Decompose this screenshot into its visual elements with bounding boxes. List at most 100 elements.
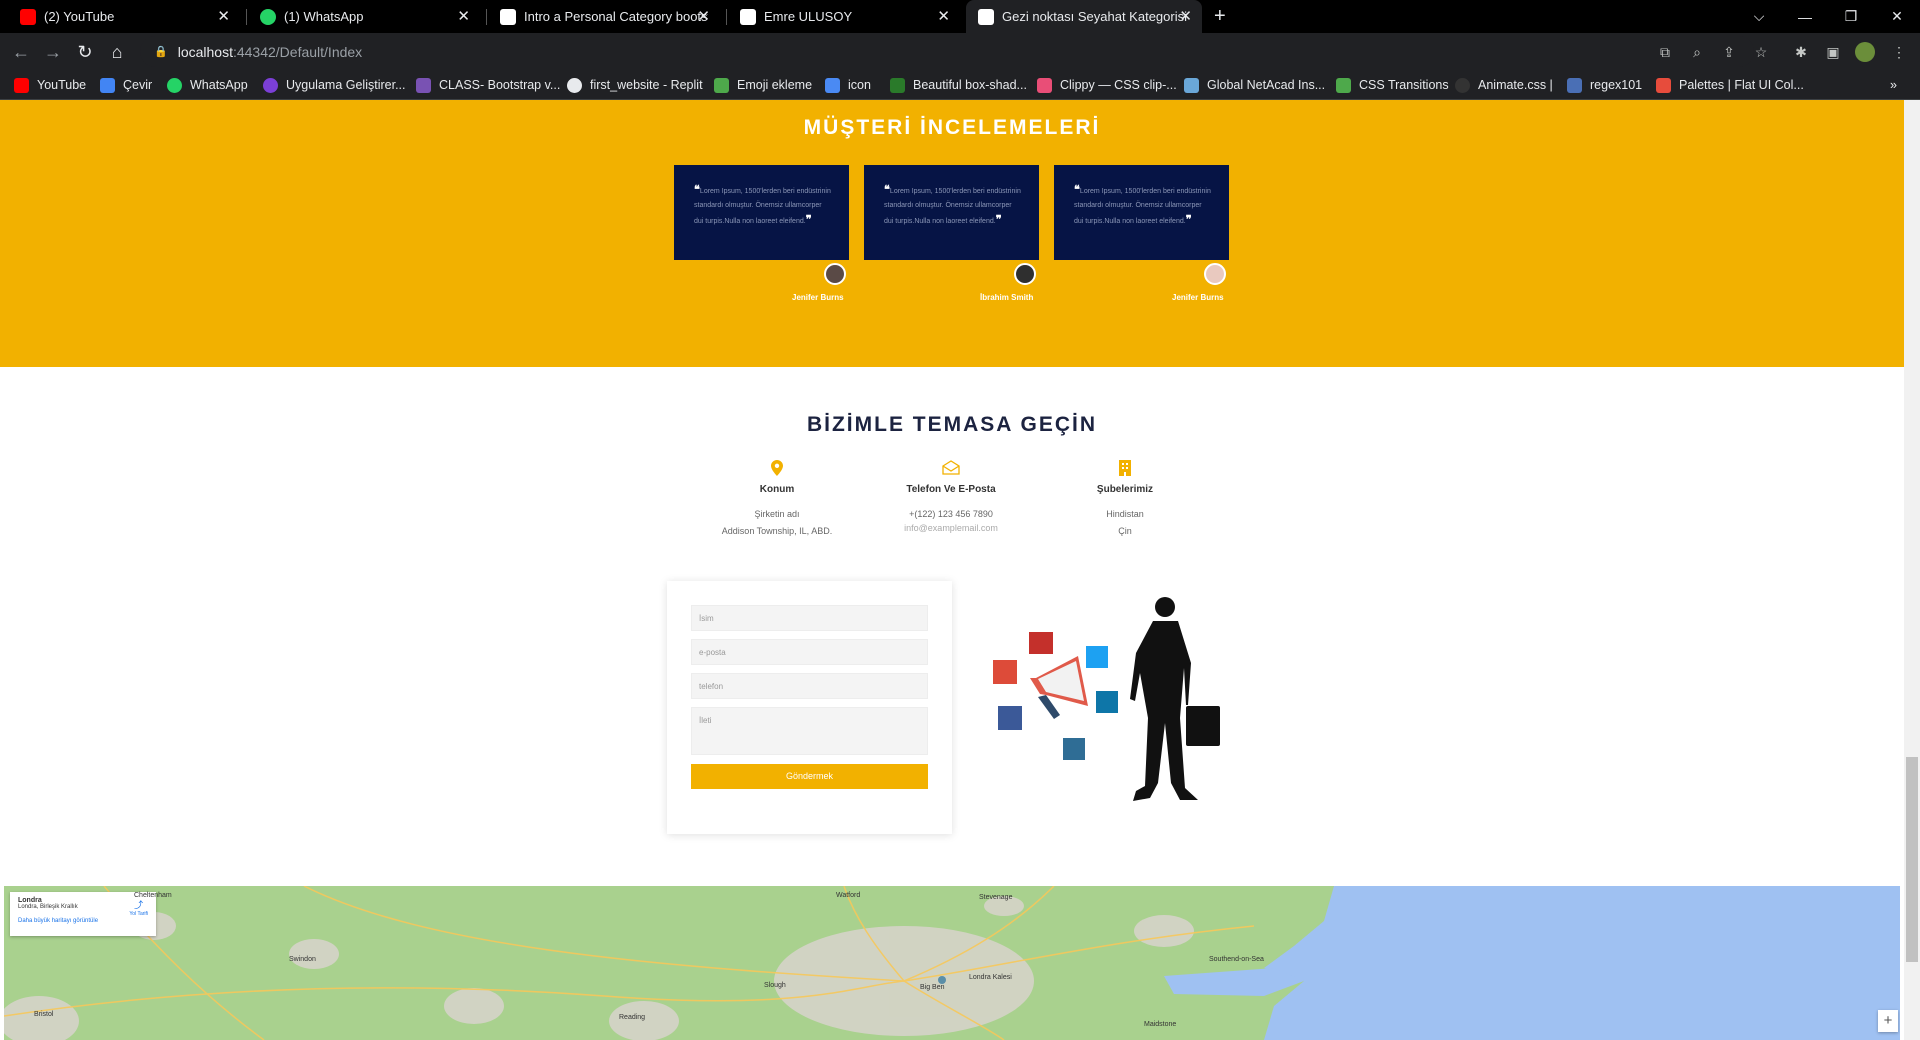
directions-button[interactable]: ⤴ Yol Tarifi: [129, 898, 148, 917]
view-larger-map-link[interactable]: Daha büyük haritayı görüntüle: [18, 918, 148, 924]
building-icon: [1045, 460, 1205, 480]
email-input[interactable]: e-posta: [691, 639, 928, 665]
tab-gezi-noktasi[interactable]: Gezi noktası Seyahat Kategorisi D ✕: [966, 0, 1202, 33]
avatar: [1204, 263, 1226, 285]
tab-title: (2) YouTube: [44, 9, 115, 24]
bookmark-cevir[interactable]: Çevir: [100, 76, 152, 94]
translate-icon[interactable]: ⧉: [1655, 42, 1675, 62]
tab-title: (1) WhatsApp: [284, 9, 364, 24]
map-label: Cheltenham: [134, 892, 172, 899]
zoom-icon[interactable]: ⌕: [1687, 42, 1707, 62]
location-pin-icon: [697, 460, 857, 480]
social-media-marketing-illustration: [993, 597, 1220, 801]
tab-intro-personal-category[interactable]: Intro a Personal Category bootst ✕: [488, 0, 720, 33]
tab-search-chevron-icon[interactable]: ⌵: [1736, 0, 1782, 33]
whatsapp-icon: [167, 77, 182, 93]
tab-divider: [246, 9, 247, 25]
close-icon[interactable]: ✕: [457, 9, 470, 24]
close-icon[interactable]: ✕: [697, 9, 710, 24]
back-arrow-icon[interactable]: ←: [10, 41, 32, 63]
youtube-icon: [20, 8, 36, 25]
bookmark-label: WhatsApp: [190, 78, 248, 92]
bookmark-icon[interactable]: icon: [825, 76, 871, 94]
tab-emre-ulusoy[interactable]: Emre ULUSOY ✕: [728, 0, 960, 33]
profile-avatar[interactable]: [1855, 42, 1875, 62]
reviewer-name: İbrahim Smith: [980, 293, 1034, 302]
contact-heading: Telefon Ve E-Posta: [906, 484, 996, 495]
browser-tab-strip: (2) YouTube ✕ (1) WhatsApp ✕ Intro a Per…: [0, 0, 1920, 33]
bookmark-animate-css[interactable]: Animate.css |: [1455, 76, 1553, 94]
zoom-in-button[interactable]: +: [1878, 1010, 1898, 1032]
tab-youtube[interactable]: (2) YouTube ✕: [8, 0, 240, 33]
reviewer-name: Jenifer Burns: [1172, 293, 1224, 302]
flag-icon: [825, 77, 840, 93]
map-canvas[interactable]: [4, 886, 1900, 1040]
close-window-button[interactable]: ✕: [1874, 0, 1920, 33]
submit-button[interactable]: Göndermek: [691, 764, 928, 789]
lock-icon[interactable]: 🔒: [154, 45, 168, 58]
directions-label: Yol Tarifi: [129, 911, 148, 917]
bookmark-replit[interactable]: first_website - Replit: [567, 76, 703, 94]
extensions-icon[interactable]: ✱: [1791, 42, 1811, 62]
bookmark-netacad[interactable]: Global NetAcad Ins...: [1184, 76, 1325, 94]
page-scrollbar-thumb[interactable]: [1906, 757, 1918, 962]
netacad-icon: [1184, 77, 1199, 93]
message-textarea[interactable]: İleti: [691, 707, 928, 755]
side-panel-icon[interactable]: ▣: [1823, 42, 1843, 62]
google-plus-logo-icon: [993, 660, 1017, 684]
map-label: Maidstone: [1144, 1021, 1177, 1028]
bookmarks-overflow-icon[interactable]: »: [1890, 76, 1897, 94]
close-icon[interactable]: ✕: [217, 9, 230, 24]
page-icon: [740, 8, 756, 25]
bookmark-label: Uygulama Geliştirer...: [286, 78, 406, 92]
restore-button[interactable]: ❐: [1828, 0, 1874, 33]
address-bar[interactable]: 🔒 localhost :44342/Default/Index: [140, 36, 1754, 67]
contact-location: Konum Şirketin adı Addison Township, IL,…: [697, 460, 857, 540]
bookmark-clippy[interactable]: Clippy — CSS clip-...: [1037, 76, 1177, 94]
forward-arrow-icon[interactable]: →: [42, 41, 64, 63]
bookmark-regex101[interactable]: regex101: [1567, 76, 1642, 94]
avatar: [824, 263, 846, 285]
bookmark-box-shadow[interactable]: Beautiful box-shad...: [890, 76, 1027, 94]
palette-icon: [1656, 77, 1671, 93]
tab-divider: [726, 9, 727, 25]
menu-kebab-icon[interactable]: ⋮: [1889, 42, 1909, 62]
close-icon[interactable]: ✕: [937, 9, 950, 24]
bookmark-emoji[interactable]: Emoji ekleme: [714, 76, 812, 94]
envelope-icon: [871, 460, 1031, 480]
home-icon[interactable]: ⌂: [106, 41, 128, 63]
contact-line: info@examplemail.com: [904, 523, 998, 533]
bookmark-star-icon[interactable]: ☆: [1751, 42, 1771, 62]
new-tab-button[interactable]: +: [1214, 5, 1226, 28]
minimize-button[interactable]: —: [1782, 0, 1828, 33]
map-label: Londra Kalesi: [969, 974, 1012, 981]
toolbar: ← → ↻ ⌂ 🔒 localhost :44342/Default/Index…: [0, 33, 1920, 70]
tab-whatsapp[interactable]: (1) WhatsApp ✕: [248, 0, 480, 33]
tab-title: Gezi noktası Seyahat Kategorisi D: [1002, 9, 1190, 24]
map-label: Slough: [764, 982, 786, 989]
phone-input[interactable]: telefon: [691, 673, 928, 699]
bookmark-bootstrap[interactable]: CLASS- Bootstrap v...: [416, 76, 560, 94]
close-quote-icon: ❞: [1185, 214, 1192, 226]
bookmark-youtube[interactable]: YouTube: [14, 76, 86, 94]
close-icon[interactable]: ✕: [1179, 9, 1192, 24]
businessman-icon: [1130, 597, 1220, 801]
share-icon[interactable]: ⇪: [1719, 42, 1739, 62]
map-label: Reading: [619, 1014, 646, 1021]
avatar: [1014, 263, 1036, 285]
page-icon: [978, 8, 994, 25]
bookmark-css-transitions[interactable]: CSS Transitions: [1336, 76, 1449, 94]
bookmark-label: Emoji ekleme: [737, 78, 813, 92]
map-embed[interactable]: Londra Londra, Birleşik Krallık Daha büy…: [4, 886, 1900, 1040]
bookmark-label: CLASS- Bootstrap v...: [439, 78, 561, 92]
name-input[interactable]: İsim: [691, 605, 928, 631]
replit-icon: [567, 77, 582, 93]
bookmark-label: Animate.css |: [1478, 78, 1553, 92]
animate-icon: [1455, 77, 1470, 93]
map-label: Bristol: [34, 1011, 54, 1018]
reload-icon[interactable]: ↻: [74, 41, 96, 63]
bookmark-uygulama[interactable]: Uygulama Geliştirer...: [263, 76, 405, 94]
bookmark-palettes[interactable]: Palettes | Flat UI Col...: [1656, 76, 1804, 94]
close-quote-icon: ❞: [805, 214, 812, 226]
bookmark-whatsapp[interactable]: WhatsApp: [167, 76, 248, 94]
